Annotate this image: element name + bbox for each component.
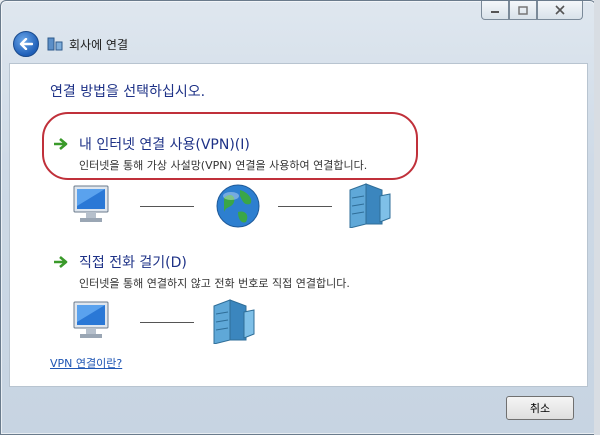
background-strip: [594, 0, 600, 435]
option-vpn-title: 내 인터넷 연결 사용(VPN)(I): [79, 137, 250, 153]
computer-icon: [73, 301, 109, 338]
close-icon: [555, 5, 565, 15]
option-dialup-title: 직접 전화 걸기(D): [79, 255, 187, 271]
option-vpn[interactable]: 내 인터넷 연결 사용(VPN)(I) 인터넷을 통해 가상 사설망(VPN) …: [53, 134, 367, 173]
minimize-icon: [491, 11, 499, 13]
green-arrow-icon: [54, 256, 68, 268]
title-bar: 회사에 연결: [13, 31, 128, 57]
server-icon: [349, 183, 391, 228]
globe-icon: [216, 184, 260, 228]
cancel-button[interactable]: 취소: [506, 396, 574, 420]
green-arrow-icon: [54, 138, 68, 150]
maximize-button[interactable]: [509, 1, 537, 20]
page-heading: 연결 방법을 선택하십시오.: [50, 84, 206, 100]
computer-icon: [73, 185, 109, 222]
option-dialup-description: 인터넷을 통해 연결하지 않고 전화 번호로 직접 연결합니다.: [79, 277, 350, 290]
back-arrow-icon: [19, 38, 33, 50]
vpn-diagram: [70, 182, 410, 232]
connector-line: [278, 206, 332, 207]
back-button[interactable]: [13, 31, 39, 57]
content-panel: 연결 방법을 선택하십시오. 내 인터넷 연결 사용(VPN)(I) 인터넷을 …: [9, 63, 588, 387]
connector-line: [140, 206, 194, 207]
option-dialup[interactable]: 직접 전화 걸기(D) 인터넷을 통해 연결하지 않고 전화 번호로 직접 연결…: [53, 252, 350, 291]
network-icon: [47, 37, 63, 51]
close-button[interactable]: [537, 1, 583, 20]
maximize-icon: [518, 5, 528, 15]
wizard-window: 회사에 연결 연결 방법을 선택하십시오. 내 인터넷 연결 사용(VPN)(I…: [0, 0, 596, 435]
option-vpn-description: 인터넷을 통해 가상 사설망(VPN) 연결을 사용하여 연결합니다.: [79, 159, 368, 172]
window-title: 회사에 연결: [69, 37, 129, 52]
dialup-diagram: [70, 298, 270, 346]
caption-buttons: [481, 1, 583, 20]
connector-line: [140, 322, 194, 323]
server-icon: [213, 299, 255, 344]
vpn-help-link[interactable]: VPN 연결이란?: [50, 355, 122, 371]
minimize-button[interactable]: [481, 1, 509, 20]
